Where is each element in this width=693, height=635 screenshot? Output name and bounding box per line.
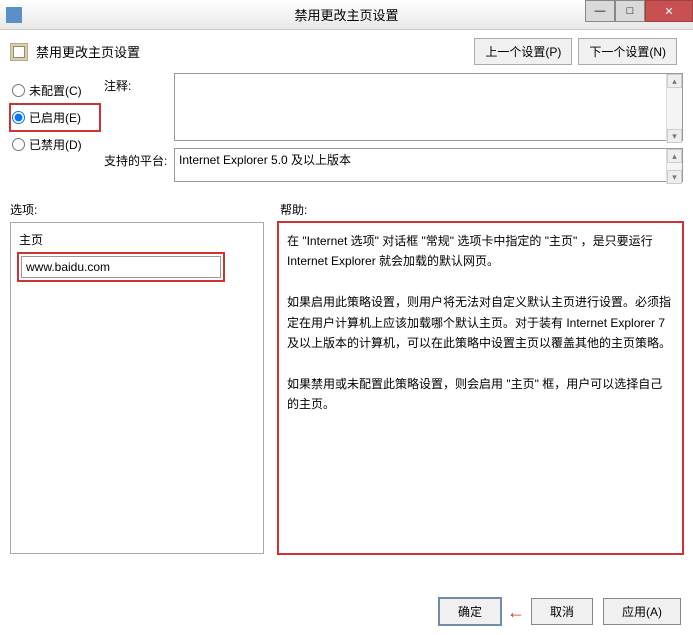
homepage-option-label: 主页 (19, 231, 255, 248)
apply-button[interactable]: 应用(A) (603, 598, 681, 625)
policy-icon (10, 43, 28, 61)
maximize-button[interactable]: □ (615, 0, 645, 22)
header-row: 禁用更改主页设置 上一个设置(P) 下一个设置(N) (0, 30, 693, 69)
radio-enabled[interactable]: 已启用(E) (10, 104, 100, 131)
help-text: 在 "Internet 选项" 对话框 "常规" 选项卡中指定的 "主页" ，是… (287, 231, 674, 415)
radio-enabled-input[interactable] (12, 111, 25, 124)
arrow-left-icon: ← (507, 603, 525, 621)
radio-disabled[interactable]: 已禁用(D) (10, 131, 100, 158)
comment-input[interactable] (174, 73, 683, 141)
radio-disabled-label: 已禁用(D) (29, 136, 82, 153)
platform-value (174, 148, 683, 182)
section-labels-row: 选项: 帮助: (0, 189, 693, 222)
scroll-down-icon[interactable]: ▾ (667, 129, 682, 143)
radio-not-configured-input[interactable] (12, 84, 25, 97)
page-title: 禁用更改主页设置 (36, 42, 474, 61)
comment-row: 注释: ▴▾ (104, 73, 683, 144)
homepage-input[interactable] (21, 256, 221, 278)
comment-box: ▴▾ (174, 73, 683, 144)
radio-not-configured[interactable]: 未配置(C) (10, 77, 100, 104)
minimize-button[interactable]: — (585, 0, 615, 22)
options-section-label: 选项: (10, 201, 280, 218)
cancel-button[interactable]: 取消 (531, 598, 593, 625)
comment-scrollbar[interactable]: ▴▾ (666, 74, 682, 143)
help-panel: 在 "Internet 选项" 对话框 "常规" 选项卡中指定的 "主页" ，是… (278, 222, 683, 554)
comment-label: 注释: (104, 73, 174, 94)
help-section-label: 帮助: (280, 201, 307, 218)
app-icon (6, 7, 22, 23)
footer-buttons: 确定 ← 取消 应用(A) (439, 598, 681, 625)
radio-column: 未配置(C) 已启用(E) 已禁用(D) (10, 73, 100, 189)
window-title: 禁用更改主页设置 (294, 5, 398, 24)
radio-disabled-input[interactable] (12, 138, 25, 151)
platform-scrollbar[interactable]: ▴▾ (666, 149, 682, 184)
prev-setting-button[interactable]: 上一个设置(P) (474, 38, 572, 65)
close-button[interactable]: ✕ (645, 0, 693, 22)
config-area: 未配置(C) 已启用(E) 已禁用(D) 注释: ▴▾ 支持的平台: ▴▾ (0, 69, 693, 189)
scroll-up-icon[interactable]: ▴ (667, 149, 682, 163)
nav-buttons: 上一个设置(P) 下一个设置(N) (474, 38, 677, 65)
scroll-up-icon[interactable]: ▴ (667, 74, 682, 88)
title-bar: 禁用更改主页设置 — □ ✕ (0, 0, 693, 30)
radio-enabled-label: 已启用(E) (29, 109, 81, 126)
homepage-input-highlight (19, 254, 223, 280)
platform-label: 支持的平台: (104, 148, 174, 169)
radio-not-configured-label: 未配置(C) (29, 82, 82, 99)
platform-row: 支持的平台: ▴▾ (104, 148, 683, 185)
next-setting-button[interactable]: 下一个设置(N) (578, 38, 677, 65)
scroll-down-icon[interactable]: ▾ (667, 170, 682, 184)
platform-box: ▴▾ (174, 148, 683, 185)
options-panel: 主页 (10, 222, 264, 554)
fields-column: 注释: ▴▾ 支持的平台: ▴▾ (100, 73, 683, 189)
ok-button[interactable]: 确定 (439, 598, 501, 625)
window-controls: — □ ✕ (585, 0, 693, 22)
panels-row: 主页 在 "Internet 选项" 对话框 "常规" 选项卡中指定的 "主页"… (0, 222, 693, 554)
